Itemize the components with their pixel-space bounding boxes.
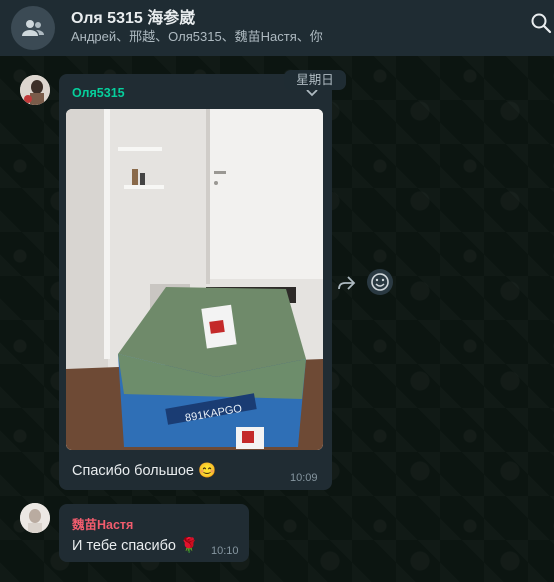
message-photo[interactable]: 891KAPGO xyxy=(66,109,323,450)
avatar[interactable] xyxy=(20,503,50,533)
sender-name[interactable]: 魏苗Настя xyxy=(72,514,133,533)
forward-icon xyxy=(338,276,356,290)
emoji-icon xyxy=(371,273,389,291)
message-text[interactable]: Спасибо большое 😊 xyxy=(72,462,216,479)
search-button[interactable] xyxy=(530,12,552,34)
avatar-photo xyxy=(20,503,50,533)
day-divider: 星期日 xyxy=(284,70,346,90)
avatar-photo xyxy=(20,75,50,105)
message-time: 10:09 xyxy=(290,472,318,484)
react-button[interactable] xyxy=(367,269,393,295)
message-bubble[interactable]: 魏苗Настя И тебе спасибо 🌹 10:10 xyxy=(59,504,249,562)
chat-header[interactable]: Оля 5315 海参崴 Андрей、邢越、Оля5315、魏苗Настя、你 xyxy=(0,0,554,56)
search-icon xyxy=(531,13,552,34)
group-avatar[interactable] xyxy=(11,6,55,50)
message-bubble[interactable]: Оля5315 891KAPGO Спасибо большое 😊 10:09 xyxy=(59,74,332,490)
chat-participants[interactable]: Андрей、邢越、Оля5315、魏苗Настя、你 xyxy=(71,26,323,45)
avatar[interactable] xyxy=(20,75,50,105)
message-text[interactable]: И тебе спасибо 🌹 xyxy=(72,537,198,554)
chat-title[interactable]: Оля 5315 海参崴 xyxy=(71,4,195,28)
sender-name[interactable]: Оля5315 xyxy=(72,86,125,100)
group-icon xyxy=(22,20,44,36)
message-time: 10:10 xyxy=(211,545,239,557)
parcel-photo: 891KAPGO xyxy=(66,109,323,450)
forward-button[interactable] xyxy=(333,270,359,296)
